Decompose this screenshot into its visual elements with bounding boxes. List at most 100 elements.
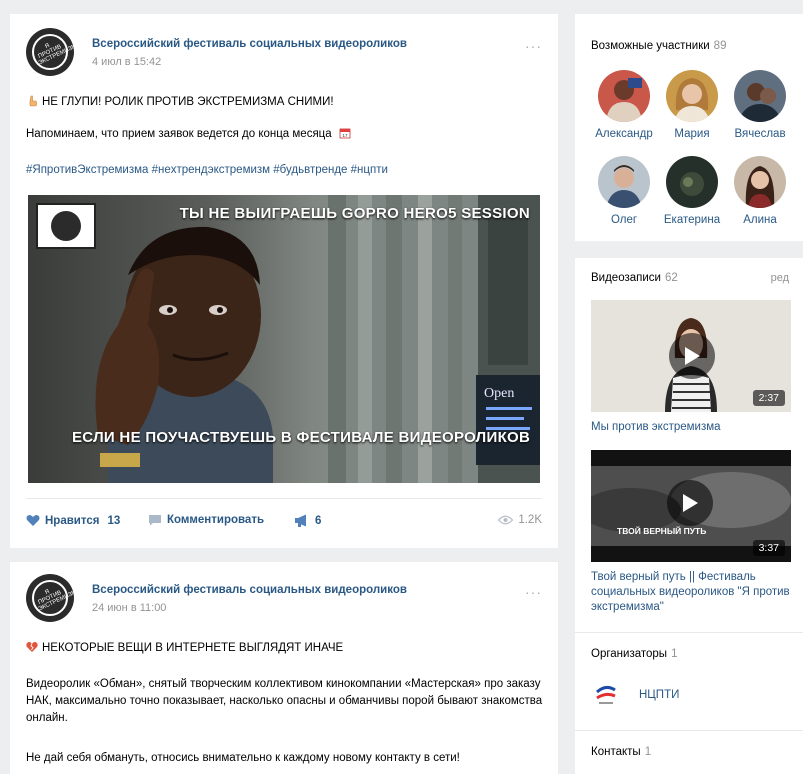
- post-header: Я ПРОТИВ ЭКСТРЕМИЗМА Всероссийский фести…: [26, 28, 542, 78]
- widget-count: 62: [664, 272, 678, 284]
- view-counter: 1.2K: [498, 514, 542, 526]
- group-avatar[interactable]: Я ПРОТИВ ЭКСТРЕМИЗМА: [26, 28, 82, 76]
- avatar-logo-text: Я ПРОТИВ ЭКСТРЕМИЗМА: [37, 41, 82, 67]
- festival-logo: [36, 203, 96, 249]
- member-card[interactable]: Екатерина: [657, 156, 727, 226]
- wall-post: Я ПРОТИВ ЭКСТРЕМИЗМА Всероссийский фести…: [10, 562, 558, 774]
- member-name[interactable]: Олег: [589, 214, 659, 226]
- widget-divider: [575, 730, 803, 731]
- avatar[interactable]: [734, 156, 786, 208]
- member-card[interactable]: Алина: [725, 156, 795, 226]
- post-text-line: НЕКОТОРЫЕ ВЕЩИ В ИНТЕРНЕТЕ ВЫГЛЯДЯТ ИНАЧ…: [26, 640, 544, 657]
- widget-title-text: Возможные участники: [591, 40, 710, 52]
- group-avatar[interactable]: Я ПРОТИВ ЭКСТРЕМИЗМА: [26, 574, 82, 622]
- video-thumbnail[interactable]: ТВОЙ ВЕРНЫЙ ПУТЬ 3:37: [591, 450, 791, 562]
- video-thumbnail[interactable]: 2:37: [591, 300, 791, 412]
- organizers-title-text: Организаторы: [591, 648, 668, 660]
- share-count: 6: [315, 514, 322, 527]
- member-name[interactable]: Александр: [589, 128, 659, 140]
- like-button[interactable]: Нравится 13: [26, 514, 120, 527]
- person-photo: [606, 165, 642, 208]
- widget-title[interactable]: Видеозаписи 62: [591, 272, 678, 284]
- post-paragraph: Напоминаем, что прием заявок ведется до …: [26, 128, 332, 140]
- member-name[interactable]: Вячеслав: [725, 128, 795, 140]
- post-hashtags[interactable]: #ЯпротивЭкстремизма #неxтрендэкстремизм …: [26, 162, 544, 179]
- comment-icon: [149, 515, 161, 526]
- person-photo: [606, 78, 642, 122]
- person-photo: [745, 166, 775, 208]
- video-thumb-caption: ТВОЙ ВЕРНЫЙ ПУТЬ: [617, 526, 707, 536]
- contacts-title[interactable]: Контакты 1: [591, 746, 651, 758]
- avatar[interactable]: [666, 70, 718, 122]
- more-options-icon[interactable]: ···: [525, 584, 542, 600]
- avatar-logo-text: Я ПРОТИВ ЭКСТРЕМИЗМА: [37, 587, 82, 613]
- meme-caption-top: ТЫ НЕ ВЫИГРАЕШЬ GOPRO HERO5 SESSION: [179, 205, 530, 222]
- person-photo: [738, 83, 782, 122]
- video-title-link[interactable]: Твой верный путь || Фестиваль социальных…: [591, 570, 791, 615]
- widget-count: 89: [713, 40, 727, 52]
- avatar[interactable]: [598, 70, 650, 122]
- post-divider: [26, 498, 542, 499]
- shop-sign: Open: [476, 375, 540, 465]
- member-name[interactable]: Алина: [725, 214, 795, 226]
- svg-text:17: 17: [342, 133, 348, 138]
- organizers-title[interactable]: Организаторы 1: [591, 648, 677, 660]
- widget-title[interactable]: Возможные участники 89: [591, 40, 726, 52]
- like-count: 13: [107, 514, 121, 527]
- post-paragraph: Видеоролик «Обман», снятый творческим ко…: [26, 678, 543, 724]
- heart-icon: [26, 514, 40, 526]
- widget-divider: [575, 632, 803, 633]
- organizer-logo: [592, 681, 620, 709]
- megaphone-icon: [295, 514, 306, 527]
- organizer-item[interactable]: НЦПТИ: [591, 680, 679, 710]
- widget-title-text: Видеозаписи: [591, 272, 661, 284]
- comment-button[interactable]: Комментировать: [148, 514, 264, 526]
- post-text-line: Напоминаем, что прием заявок ведется до …: [26, 126, 544, 143]
- contacts-title-text: Контакты: [591, 746, 641, 758]
- videos-widget: Видеозаписи 62 ред 2:37 Мы против экстрем…: [575, 258, 803, 774]
- play-icon[interactable]: [667, 480, 713, 526]
- video-title-link[interactable]: Мы против экстремизма: [591, 420, 791, 435]
- member-card[interactable]: Мария: [657, 70, 727, 140]
- avatar[interactable]: [734, 70, 786, 122]
- video-duration: 2:37: [752, 390, 785, 406]
- avatar[interactable]: [666, 156, 718, 208]
- person-photo: [680, 172, 704, 196]
- share-button[interactable]: 6: [294, 514, 321, 527]
- calendar-icon: 17: [339, 128, 351, 139]
- vk-community-wall: Я ПРОТИВ ЭКСТРЕМИЗМА Всероссийский фести…: [0, 0, 803, 774]
- organizer-name[interactable]: НЦПТИ: [639, 689, 679, 701]
- post-headline: НЕКОТОРЫЕ ВЕЩИ В ИНТЕРНЕТЕ ВЫГЛЯДЯТ ИНАЧ…: [42, 642, 344, 654]
- post-photo[interactable]: Open ТЫ НЕ ВЫИГРАЕШЬ GOPRO HERO5 SESSION…: [28, 195, 540, 483]
- possible-members-widget: Возможные участники 89 Александр Мария Вя…: [575, 14, 803, 241]
- broken-heart-icon: [26, 641, 38, 652]
- like-label: Нравится: [45, 514, 100, 527]
- person-photo: [674, 78, 710, 122]
- comment-label: Комментировать: [167, 514, 265, 526]
- member-name[interactable]: Мария: [657, 128, 727, 140]
- edit-link[interactable]: ред: [771, 272, 789, 284]
- shop-sign-text: Open: [484, 386, 514, 401]
- contacts-count: 1: [644, 746, 652, 758]
- avatar[interactable]: [598, 156, 650, 208]
- member-card[interactable]: Вячеслав: [725, 70, 795, 140]
- organizers-count: 1: [671, 648, 678, 660]
- wall-post: Я ПРОТИВ ЭКСТРЕМИЗМА Всероссийский фести…: [10, 14, 558, 548]
- meme-caption-bottom: ЕСЛИ НЕ ПОУЧАСТВУЕШЬ В ФЕСТИВАЛЕ ВИДЕОРО…: [72, 429, 531, 446]
- member-card[interactable]: Александр: [589, 70, 659, 140]
- post-date[interactable]: 24 июн в 11:00: [92, 602, 166, 614]
- post-author-link[interactable]: Всероссийский фестиваль социальных видео…: [92, 38, 407, 50]
- hand-point-icon: [29, 95, 37, 107]
- post-paragraph: Не дай себя обмануть, относись вниматель…: [26, 752, 460, 764]
- member-card[interactable]: Олег: [589, 156, 659, 226]
- post-actions: Нравится 13 Комментировать 6 1.2K: [26, 514, 542, 536]
- eye-icon: [498, 515, 514, 525]
- member-name[interactable]: Екатерина: [657, 214, 727, 226]
- post-text-line: НЕ ГЛУПИ! РОЛИК ПРОТИВ ЭКСТРЕМИЗМА СНИМИ…: [26, 94, 544, 111]
- play-icon[interactable]: [669, 333, 715, 379]
- views-count: 1.2K: [518, 514, 542, 526]
- post-date[interactable]: 4 июл в 15:42: [92, 56, 161, 68]
- video-duration: 3:37: [752, 540, 785, 556]
- more-options-icon[interactable]: ···: [525, 38, 542, 54]
- post-author-link[interactable]: Всероссийский фестиваль социальных видео…: [92, 584, 407, 596]
